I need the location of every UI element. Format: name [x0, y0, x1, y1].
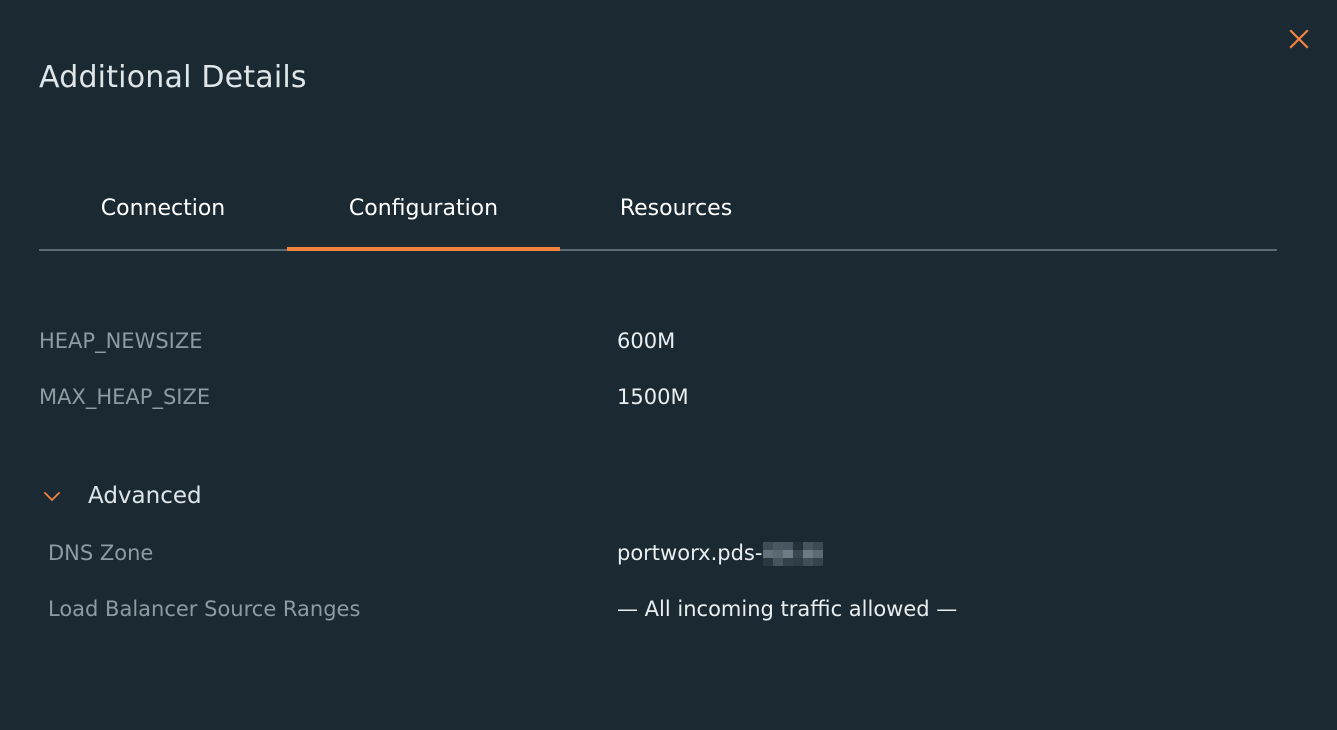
page-title: Additional Details	[39, 60, 307, 95]
advanced-section-title: Advanced	[88, 483, 202, 509]
tab-bar: Connection Configuration Resources	[39, 192, 1277, 254]
chevron-down-icon	[39, 483, 65, 509]
tab-configuration[interactable]: Configuration	[287, 192, 560, 226]
table-row: HEAP_NEWSIZE 600M	[0, 326, 1337, 382]
advanced-list: DNS Zone portworx.pds- Load Balancer Sou…	[0, 538, 1337, 650]
table-row: MAX_HEAP_SIZE 1500M	[0, 382, 1337, 438]
advanced-value-dns-zone: portworx.pds-	[617, 538, 824, 568]
dns-zone-text: portworx.pds-	[617, 541, 763, 565]
redacted-value-icon	[763, 542, 824, 566]
advanced-toggle[interactable]: Advanced	[0, 478, 202, 514]
config-key-max-heap-size: MAX_HEAP_SIZE	[39, 385, 211, 409]
advanced-key-dns-zone: DNS Zone	[48, 541, 154, 565]
close-button[interactable]	[1284, 24, 1314, 54]
config-value-max-heap-size: 1500M	[617, 385, 689, 409]
advanced-value-lb-source-ranges: — All incoming traffic allowed —	[617, 597, 958, 621]
advanced-section: Advanced DNS Zone portworx.pds- Load Bal…	[0, 478, 1337, 621]
tab-resources[interactable]: Resources	[560, 192, 792, 226]
tab-divider	[39, 249, 1277, 251]
active-tab-indicator	[287, 247, 560, 251]
config-key-heap-newsize: HEAP_NEWSIZE	[39, 329, 203, 353]
tab-connection[interactable]: Connection	[39, 192, 287, 226]
additional-details-modal: Additional Details Connection Configurat…	[0, 0, 1337, 730]
advanced-key-lb-source-ranges: Load Balancer Source Ranges	[48, 597, 361, 621]
config-value-heap-newsize: 600M	[617, 329, 676, 353]
table-row: DNS Zone portworx.pds-	[0, 538, 1337, 594]
close-icon	[1287, 27, 1311, 51]
table-row: Load Balancer Source Ranges — All incomi…	[0, 594, 1337, 650]
configuration-list: HEAP_NEWSIZE 600M MAX_HEAP_SIZE 1500M	[0, 326, 1337, 438]
